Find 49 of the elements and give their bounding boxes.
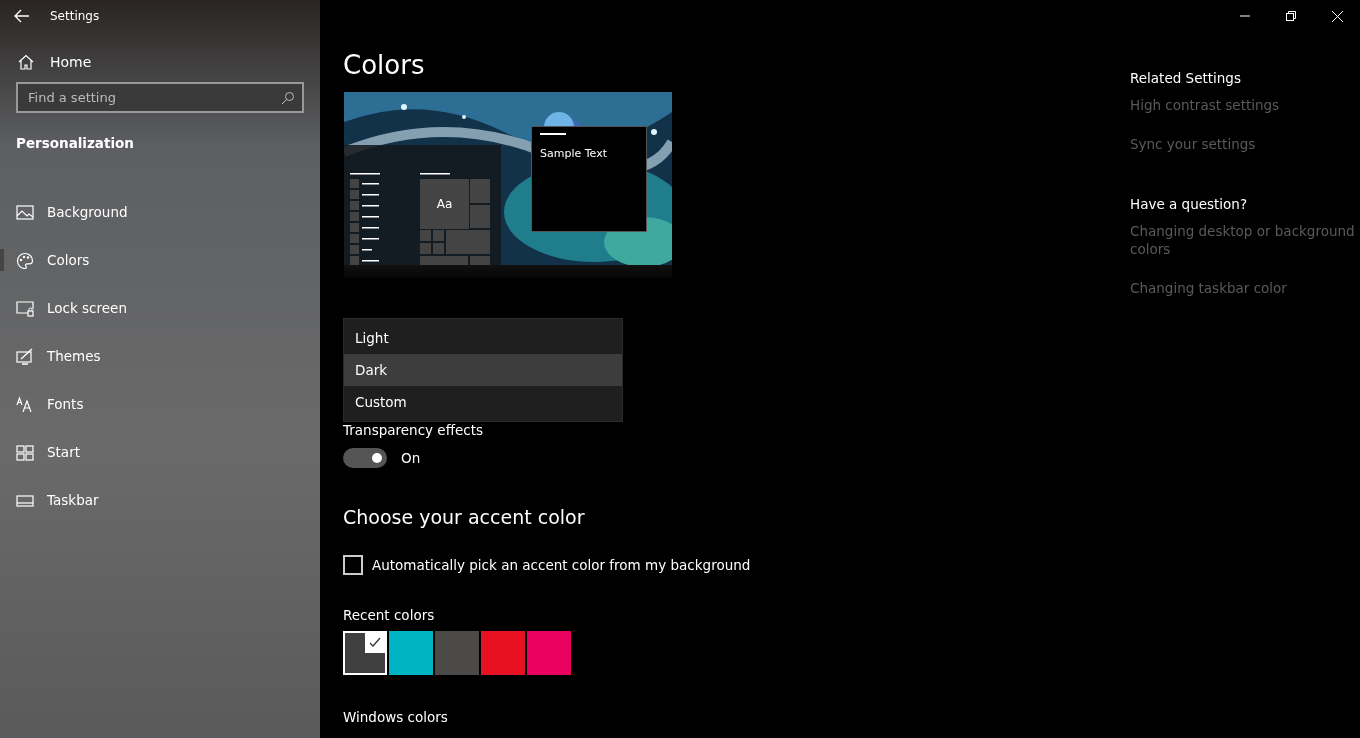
sidebar-item[interactable]: Background: [0, 188, 320, 236]
color-swatch[interactable]: [481, 631, 525, 675]
lock-icon: [16, 299, 34, 317]
start-icon: [16, 443, 34, 461]
home-item[interactable]: Home: [0, 42, 320, 82]
color-swatch[interactable]: [343, 631, 387, 675]
recent-colors-label: Recent colors: [343, 607, 436, 623]
sidebar-item[interactable]: Themes: [0, 332, 320, 380]
color-swatch[interactable]: [527, 631, 571, 675]
color-swatch[interactable]: [435, 631, 479, 675]
search-field[interactable]: Find a setting: [16, 82, 304, 113]
colors-icon: [16, 251, 34, 269]
sidebar-item[interactable]: Lock screen: [0, 284, 320, 332]
related-heading: Have a question?: [1130, 196, 1249, 212]
help-link[interactable]: Changing desktop or background colors: [1130, 222, 1360, 258]
fonts-icon: [16, 395, 34, 413]
menu-option[interactable]: Custom: [344, 386, 622, 418]
themes-icon: [16, 347, 34, 365]
checkbox-label: Automatically pick an accent color from my background: [372, 557, 751, 573]
page-title: Colors: [343, 50, 426, 80]
checkbox[interactable]: [343, 555, 363, 575]
menu-option[interactable]: Light: [344, 322, 622, 354]
section-heading: Choose your accent color: [343, 506, 586, 528]
help-link[interactable]: Changing taskbar color: [1130, 279, 1360, 297]
restore-icon[interactable]: [1286, 11, 1296, 21]
background-icon: [16, 203, 34, 221]
related-heading: Related Settings: [1130, 70, 1242, 86]
close-icon[interactable]: [1331, 10, 1343, 22]
home-icon: [18, 54, 34, 70]
help-link[interactable]: High contrast settings: [1130, 96, 1360, 114]
section-heading: Personalization: [15, 134, 135, 151]
windows-colors-label: Windows colors: [343, 709, 449, 725]
sidebar-item[interactable]: Fonts: [0, 380, 320, 428]
sidebar-item[interactable]: Taskbar: [0, 476, 320, 524]
menu-option[interactable]: Dark: [344, 354, 622, 386]
search-icon: [281, 91, 295, 105]
toggle-state: On: [401, 450, 421, 466]
sidebar-item[interactable]: Colors: [0, 236, 320, 284]
home-label: Home: [50, 54, 92, 70]
back-icon[interactable]: [14, 9, 30, 23]
window-title: Settings: [50, 9, 100, 23]
help-link[interactable]: Sync your settings: [1130, 135, 1360, 153]
sidebar-item[interactable]: Start: [0, 428, 320, 476]
tile-text: Aa: [436, 197, 453, 211]
sample-text: Sample Text: [540, 147, 607, 160]
toggle-switch[interactable]: [343, 448, 387, 468]
color-swatch[interactable]: [389, 631, 433, 675]
setting-label: Transparency effects: [343, 422, 484, 438]
check-icon: [365, 633, 385, 653]
